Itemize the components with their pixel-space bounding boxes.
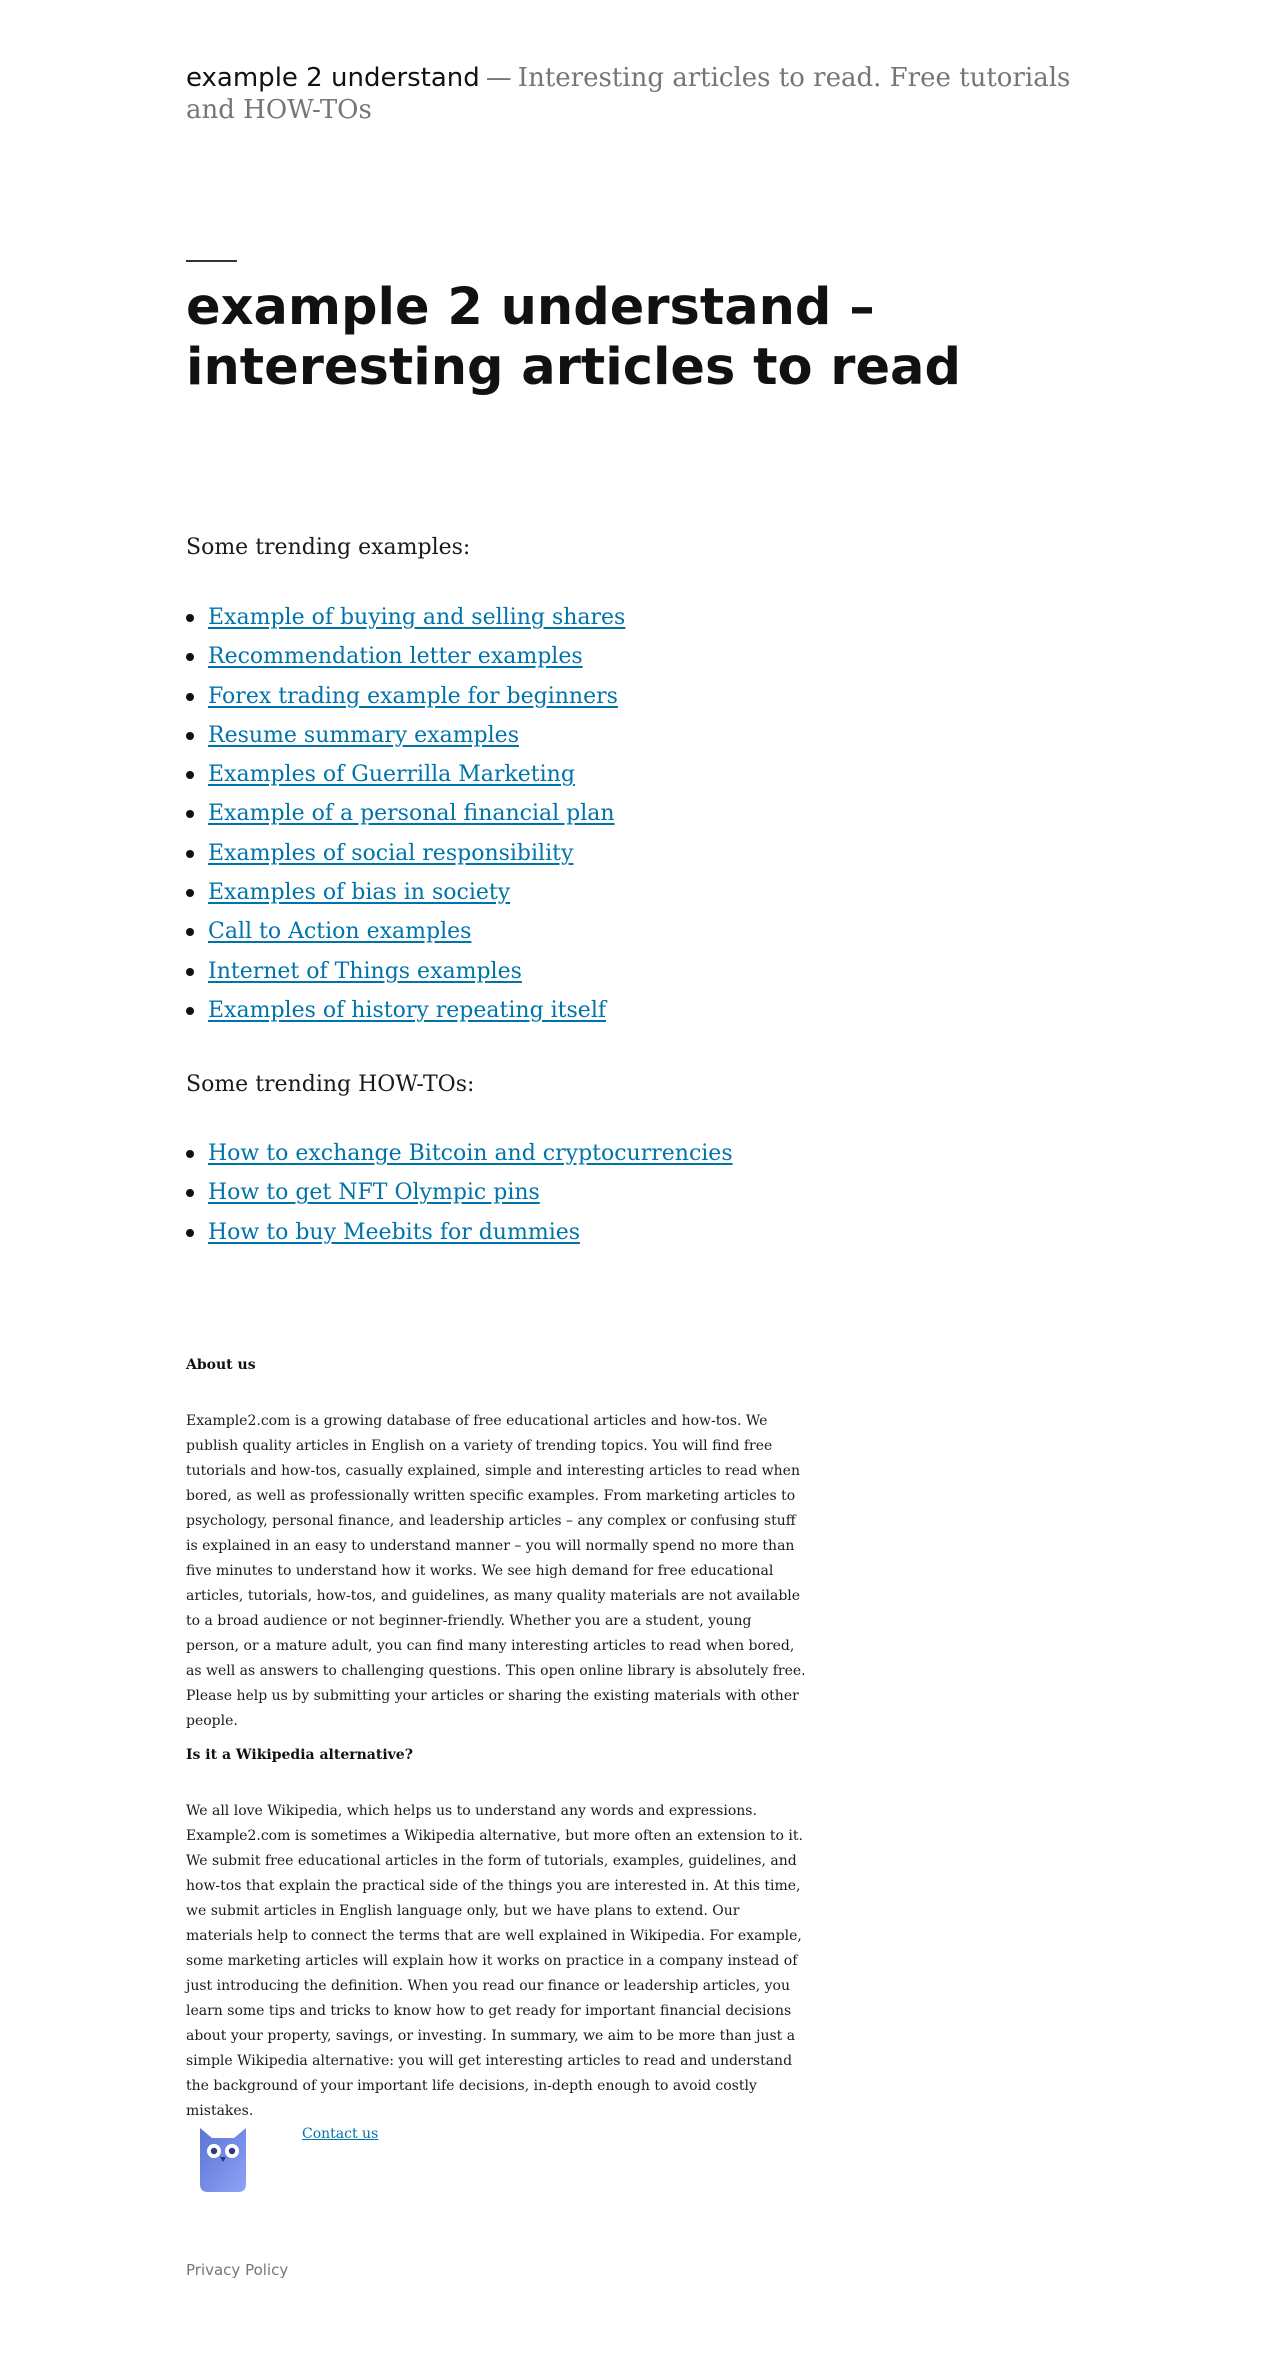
list-item: How to buy Meebits for dummies [186,1219,733,1258]
article-link[interactable]: Call to Action examples [208,919,471,944]
list-item: How to get NFT Olympic pins [186,1179,733,1218]
list-item: Recommendation letter examples [186,643,625,682]
list-item: Examples of Guerrilla Marketing [186,761,625,800]
article-link[interactable]: Internet of Things examples [208,959,522,984]
howto-link[interactable]: How to get NFT Olympic pins [208,1180,540,1205]
article-link[interactable]: Example of buying and selling shares [208,605,625,630]
trending-howtos-list: How to exchange Bitcoin and cryptocurren… [186,1140,733,1258]
article-link[interactable]: Examples of bias in society [208,880,510,905]
bullet-icon [186,1150,194,1158]
list-item: How to exchange Bitcoin and cryptocurren… [186,1140,733,1179]
trending-examples-list: Example of buying and selling shares Rec… [186,604,625,1036]
bullet-icon [186,771,194,780]
contact-us-link[interactable]: Contact us [302,2126,378,2142]
howto-link[interactable]: How to exchange Bitcoin and cryptocurren… [208,1141,733,1166]
article-link[interactable]: Examples of history repeating itself [208,998,606,1023]
bullet-icon [186,692,194,701]
bullet-icon [186,1006,194,1015]
bullet-icon [186,849,194,858]
bullet-icon [186,653,194,662]
bullet-icon [186,889,194,898]
list-item: Examples of history repeating itself [186,997,625,1036]
bullet-icon [186,810,194,819]
page-title: example 2 understand – interesting artic… [186,278,961,397]
article-link[interactable]: Example of a personal financial plan [208,801,615,826]
about-text: Example2.com is a growing database of fr… [186,1413,806,1729]
header-separator: — [485,63,512,93]
article-link[interactable]: Forex trading example for beginners [208,684,618,709]
article-link[interactable]: Examples of social responsibility [208,841,573,866]
article-link[interactable]: Recommendation letter examples [208,644,583,669]
bullet-icon [186,928,194,937]
bullet-icon [186,1189,194,1198]
list-item: Example of buying and selling shares [186,604,625,643]
site-header: example 2 understand — Interesting article… [186,62,1086,126]
about-heading: About us [186,1357,256,1373]
list-item: Call to Action examples [186,918,625,957]
list-item: Examples of bias in society [186,879,625,918]
bullet-icon [186,967,194,976]
trending-howtos-heading: Some trending HOW-TOs: [186,1072,475,1097]
list-item: Example of a personal financial plan [186,800,625,839]
article-link[interactable]: Examples of Guerrilla Marketing [208,762,575,787]
list-item: Examples of social responsibility [186,840,625,879]
site-title-link[interactable]: example 2 understand [186,63,480,93]
title-divider [186,260,237,262]
bullet-icon [186,1228,194,1237]
wikipedia-text: We all love Wikipedia, which helps us to… [186,1803,803,2119]
list-item: Resume summary examples [186,722,625,761]
bullet-icon [186,614,194,622]
howto-link[interactable]: How to buy Meebits for dummies [208,1220,580,1245]
list-item: Internet of Things examples [186,958,625,997]
owl-logo-icon [200,2128,246,2192]
privacy-policy-link[interactable]: Privacy Policy [186,2261,288,2279]
article-link[interactable]: Resume summary examples [208,723,519,748]
list-item: Forex trading example for beginners [186,683,625,722]
wikipedia-heading: Is it a Wikipedia alternative? [186,1747,413,1763]
bullet-icon [186,731,194,740]
trending-examples-heading: Some trending examples: [186,535,471,560]
